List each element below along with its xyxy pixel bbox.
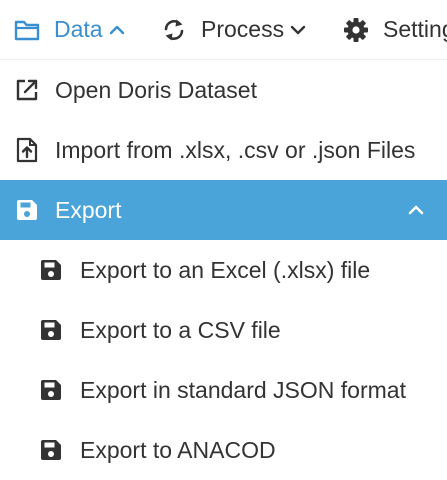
menu-item-open-dataset[interactable]: Open Doris Dataset bbox=[0, 60, 447, 120]
submenu-item-label: Export to ANACOD bbox=[80, 436, 276, 463]
save-icon bbox=[38, 437, 64, 463]
save-icon bbox=[14, 197, 40, 223]
chevron-down-icon bbox=[290, 22, 306, 38]
external-link-icon bbox=[14, 77, 40, 103]
menu-data[interactable]: Data bbox=[14, 0, 125, 59]
submenu-item-export-xlsx[interactable]: Export to an Excel (.xlsx) file bbox=[0, 240, 447, 300]
save-icon bbox=[38, 257, 64, 283]
menu-settings[interactable]: Settings bbox=[343, 0, 447, 59]
menu-item-export[interactable]: Export bbox=[0, 180, 447, 240]
submenu-item-export-json[interactable]: Export in standard JSON format bbox=[0, 360, 447, 420]
submenu-item-label: Export to a CSV file bbox=[80, 316, 281, 343]
folder-icon bbox=[14, 17, 40, 43]
submenu-item-label: Export to an Excel (.xlsx) file bbox=[80, 256, 371, 283]
menu-item-export-label: Export bbox=[55, 196, 122, 223]
menu-item-open-dataset-label: Open Doris Dataset bbox=[55, 76, 257, 103]
submenu-item-export-anacod[interactable]: Export to ANACOD bbox=[0, 420, 447, 480]
chevron-up-icon[interactable] bbox=[407, 202, 425, 218]
menu-item-import-files-label: Import from .xlsx, .csv or .json Files bbox=[55, 136, 416, 163]
menu-item-import-files[interactable]: Import from .xlsx, .csv or .json Files bbox=[0, 120, 447, 180]
menu-data-label: Data bbox=[54, 16, 103, 42]
chevron-up-icon bbox=[109, 22, 125, 38]
menu-process-label: Process bbox=[201, 16, 285, 42]
sync-icon bbox=[161, 17, 187, 43]
save-icon bbox=[38, 317, 64, 343]
submenu-item-export-csv[interactable]: Export to a CSV file bbox=[0, 300, 447, 360]
data-dropdown-menu: Open Doris Dataset Import from .xlsx, .c… bbox=[0, 60, 447, 471]
menubar: Data Process Settin bbox=[0, 0, 447, 60]
file-upload-icon bbox=[14, 137, 40, 163]
save-icon bbox=[38, 377, 64, 403]
menu-settings-label: Settings bbox=[383, 16, 447, 42]
menu-process[interactable]: Process bbox=[161, 0, 306, 59]
gear-icon bbox=[343, 17, 369, 43]
submenu-item-label: Export in standard JSON format bbox=[80, 376, 406, 403]
